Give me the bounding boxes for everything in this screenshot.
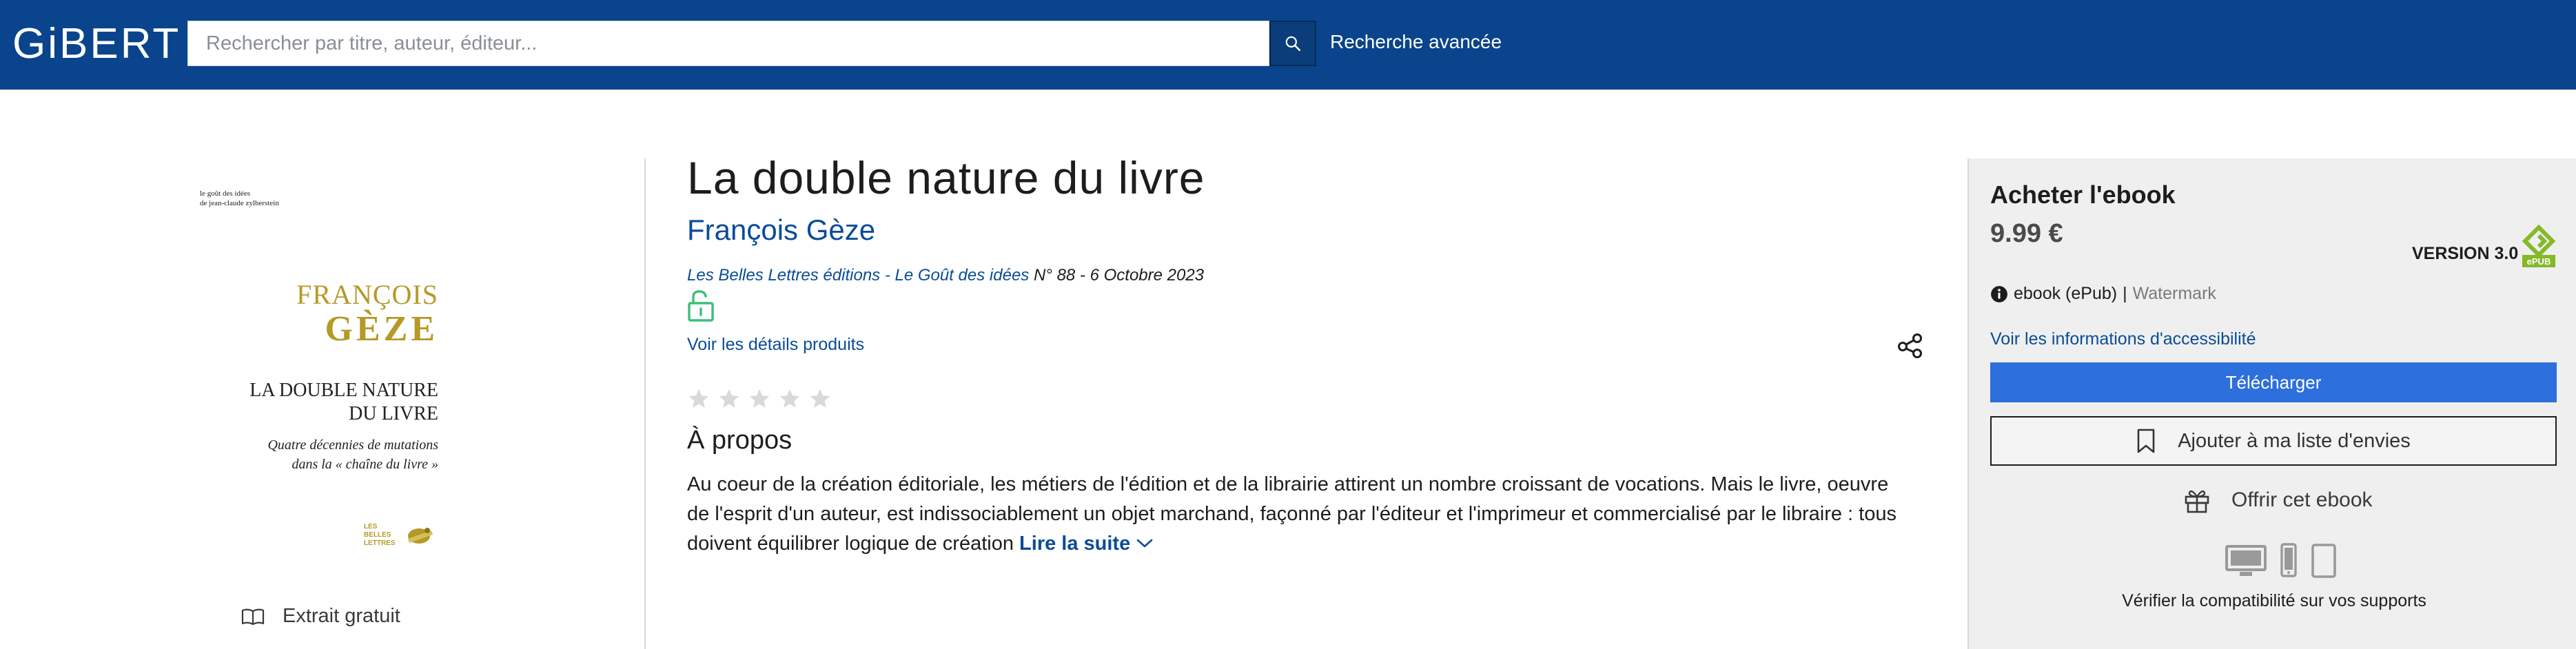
rating-stars[interactable]: [687, 387, 832, 411]
gift-ebook-link[interactable]: Offrir cet ebook: [2183, 486, 2373, 514]
cover-author-last: GÈZE: [325, 309, 438, 349]
chevron-down-icon: [1136, 539, 1153, 548]
format-separator: |: [2123, 284, 2127, 303]
star-icon[interactable]: [687, 387, 711, 411]
gift-icon: [2185, 490, 2209, 513]
top-header: GiBERT Recherche avancée: [0, 0, 2576, 90]
gift-label: Offrir cet ebook: [2231, 488, 2373, 511]
publisher-logo-text: LES: [364, 523, 378, 530]
cover-collection: le goût des idées de jean-claude zylbers…: [200, 189, 279, 208]
read-more-link[interactable]: Lire la suite: [1019, 533, 1154, 555]
epub-badge-text: ePUB: [2527, 256, 2551, 267]
epub-logo-icon: ePUB: [2522, 225, 2556, 267]
search-button[interactable]: [1269, 21, 1316, 66]
buy-ebook-title: Acheter l'ebook: [1990, 181, 2176, 209]
search-box: [187, 21, 1269, 66]
about-text: Au coeur de la création éditoriale, les …: [687, 470, 1914, 559]
drm-label: Watermark: [2132, 284, 2216, 303]
info-icon[interactable]: [1990, 285, 2008, 303]
star-icon[interactable]: [748, 387, 771, 411]
format-label: ebook (ePub): [2014, 284, 2118, 303]
book-cover[interactable]: le goût des idées de jean-claude zylbers…: [181, 163, 456, 590]
share-icon[interactable]: [1897, 332, 1924, 360]
read-more-label: Lire la suite: [1019, 533, 1131, 555]
cover-subtitle-line: dans la « chaîne du livre »: [292, 457, 438, 472]
book-title: La double nature du livre: [687, 152, 1205, 203]
publication-date: N° 88 - 6 Octobre 2023: [1029, 266, 1205, 285]
cover-title: LA DOUBLE NATURE DU LIVRE: [218, 379, 438, 426]
cover-subtitle-line: Quatre décennies de mutations: [267, 437, 438, 453]
phone-icon: [2280, 543, 2297, 577]
search-input[interactable]: [188, 21, 1269, 65]
desktop-icon: [2225, 545, 2267, 576]
bookmark-icon: [2137, 429, 2155, 453]
publisher-link[interactable]: Les Belles Lettres éditions - Le Goût de…: [687, 266, 1029, 285]
wishlist-label: Ajouter à ma liste d'envies: [2178, 429, 2411, 452]
star-icon[interactable]: [778, 387, 801, 411]
product-details-link[interactable]: Voir les détails produits: [687, 335, 864, 355]
search-icon: [1285, 36, 1301, 52]
free-excerpt-label: Extrait gratuit: [283, 605, 400, 627]
author-link[interactable]: François Gèze: [687, 214, 875, 247]
column-divider: [644, 158, 646, 649]
cover-collection-line: de jean-claude zylberstein: [200, 199, 279, 207]
publisher-logo-text: LETTRES: [364, 539, 396, 547]
about-summary: Au coeur de la création éditoriale, les …: [687, 473, 1897, 555]
tablet-icon: [2311, 544, 2336, 578]
cover-subtitle: Quatre décennies de mutations dans la « …: [190, 435, 438, 474]
unlocked-drm-icon: [688, 290, 714, 322]
publisher-logo-text: BELLES: [364, 531, 391, 539]
about-heading: À propos: [687, 426, 793, 455]
compatibility-check-link[interactable]: Vérifier la compatibilité sur vos suppor…: [2067, 591, 2481, 611]
price: 9.99 €: [1990, 219, 2063, 248]
cover-title-line: DU LIVRE: [349, 403, 438, 424]
advanced-search-link[interactable]: Recherche avancée: [1330, 31, 1502, 53]
format-info: ebook (ePub) | Watermark: [1990, 284, 2216, 304]
owl-icon: [408, 528, 433, 544]
star-icon[interactable]: [717, 387, 741, 411]
open-book-icon: [241, 608, 265, 625]
cover-collection-line: le goût des idées: [200, 189, 251, 198]
cover-title-line: LA DOUBLE NATURE: [249, 380, 438, 401]
site-logo[interactable]: GiBERT: [12, 19, 181, 68]
supported-devices: [2225, 543, 2338, 579]
star-icon[interactable]: [808, 387, 832, 411]
publication-info: Les Belles Lettres éditions - Le Goût de…: [687, 266, 1204, 285]
cover-author-first: FRANÇOIS: [296, 279, 438, 310]
epub-version: VERSION 3.0: [2412, 244, 2519, 263]
download-button[interactable]: Télécharger: [1990, 362, 2557, 402]
publisher-logo: LES BELLES LETTRES: [364, 523, 433, 547]
add-to-wishlist-button[interactable]: Ajouter à ma liste d'envies: [1990, 416, 2557, 466]
accessibility-info-link[interactable]: Voir les informations d'accessibilité: [1990, 329, 2256, 349]
free-excerpt-button[interactable]: Extrait gratuit: [241, 605, 400, 628]
